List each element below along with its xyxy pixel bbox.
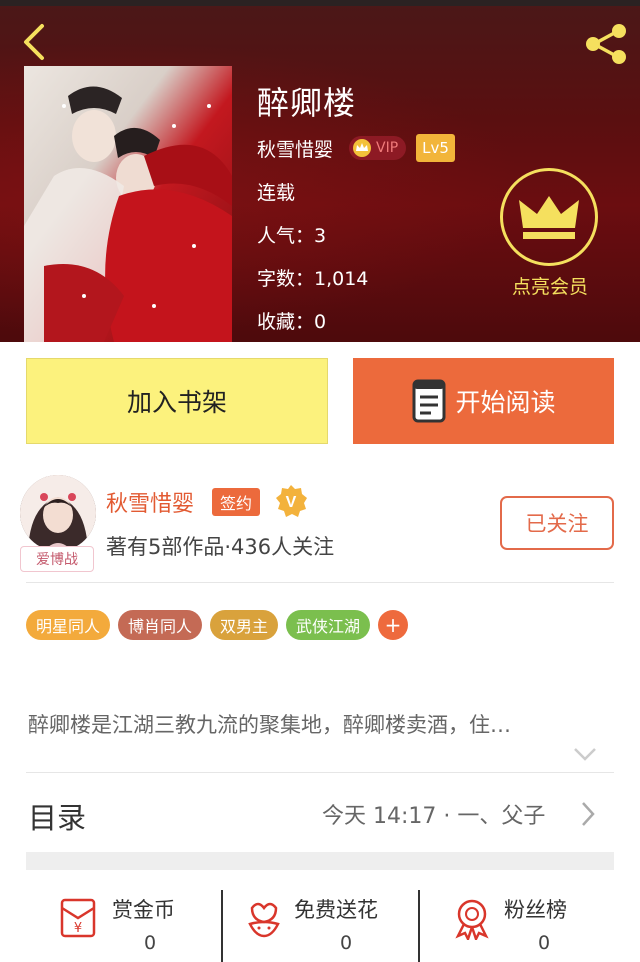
book-cover[interactable]: [24, 66, 232, 342]
avatar-tag: 爱博战: [20, 546, 94, 572]
add-tag-button[interactable]: +: [378, 610, 409, 640]
medal-icon: [455, 899, 489, 940]
book-intro[interactable]: 醉卿楼是江湖三教九流的聚集地，醉卿楼卖酒，住…: [28, 709, 598, 739]
tag-list: 明星同人 博肖同人 双男主 武侠江湖 +: [26, 610, 409, 640]
popularity: 人气：3: [257, 225, 327, 247]
flowers-label: 免费送花: [294, 898, 378, 922]
back-button[interactable]: [16, 22, 56, 62]
follow-button[interactable]: 已关注: [500, 496, 614, 550]
book-icon: [412, 379, 446, 423]
vip-text: VIP: [376, 140, 399, 156]
cover-artwork: [24, 66, 232, 342]
separator: [221, 890, 223, 962]
flowers-count: 0: [340, 932, 353, 954]
verified-text: V: [286, 494, 297, 511]
status-bar: [0, 0, 640, 6]
activate-membership-button[interactable]: 点亮会员: [500, 168, 600, 299]
author-row: 秋雪惜婴 VIP Lv5: [257, 133, 455, 163]
start-reading-button[interactable]: 开始阅读: [353, 358, 614, 444]
divider: [26, 582, 614, 583]
fan-ranking-button[interactable]: 粉丝榜 0: [450, 888, 590, 962]
author-name-header[interactable]: 秋雪惜婴: [257, 135, 333, 162]
chevron-down-icon[interactable]: [573, 746, 597, 762]
separator: [418, 890, 420, 962]
start-reading-label: 开始阅读: [455, 388, 556, 417]
author-avatar[interactable]: [20, 475, 96, 551]
tag-item[interactable]: 武侠江湖: [286, 610, 371, 640]
signed-badge: 签约: [212, 488, 261, 516]
chevron-right-icon[interactable]: [580, 800, 596, 828]
tag-item[interactable]: 明星同人: [26, 610, 111, 640]
catalog-label[interactable]: 目录: [28, 795, 86, 837]
fans-label: 粉丝榜: [504, 898, 567, 922]
share-button[interactable]: [582, 20, 630, 68]
reward-count: 0: [144, 932, 157, 954]
level-badge: Lv5: [416, 134, 455, 162]
vip-badge: VIP: [349, 136, 407, 160]
book-header: 醉卿楼 秋雪惜婴 VIP Lv5 连载 人气：3 字数：1,014 收藏：0 点…: [0, 0, 640, 342]
book-detail-page: 醉卿楼 秋雪惜婴 VIP Lv5 连载 人气：3 字数：1,014 收藏：0 点…: [0, 0, 640, 962]
latest-chapter[interactable]: 今天 14:17 · 一、父子: [322, 798, 545, 830]
verified-icon: V: [276, 485, 307, 517]
chevron-left-icon: [24, 24, 44, 60]
author-name[interactable]: 秋雪惜婴: [106, 486, 194, 518]
favorites-count: 收藏：0: [257, 311, 327, 333]
crown-icon: [519, 196, 579, 239]
reward-coins-button[interactable]: ¥ 赏金币 0: [56, 888, 196, 962]
member-label: 点亮会员: [511, 276, 588, 298]
share-icon: [586, 24, 626, 64]
tag-item[interactable]: 双男主: [210, 610, 279, 640]
book-title: 醉卿楼: [257, 84, 357, 122]
fans-count: 0: [538, 932, 551, 954]
divider: [26, 772, 614, 773]
flower-icon: [248, 902, 280, 938]
avatar-image: [20, 475, 96, 551]
author-stats: 著有5部作品·436人关注: [106, 535, 335, 559]
crown-icon: [353, 139, 372, 157]
add-to-shelf-button[interactable]: 加入书架: [26, 358, 328, 444]
member-badge: [500, 168, 598, 266]
serial-status: 连载: [257, 182, 296, 204]
svg-text:¥: ¥: [74, 921, 82, 936]
red-envelope-icon: ¥: [60, 898, 96, 938]
tag-item[interactable]: 博肖同人: [118, 610, 203, 640]
send-flowers-button[interactable]: 免费送花 0: [242, 888, 412, 962]
reward-label: 赏金币: [112, 898, 175, 922]
section-spacer: [26, 852, 614, 870]
word-count: 字数：1,014: [257, 268, 369, 290]
